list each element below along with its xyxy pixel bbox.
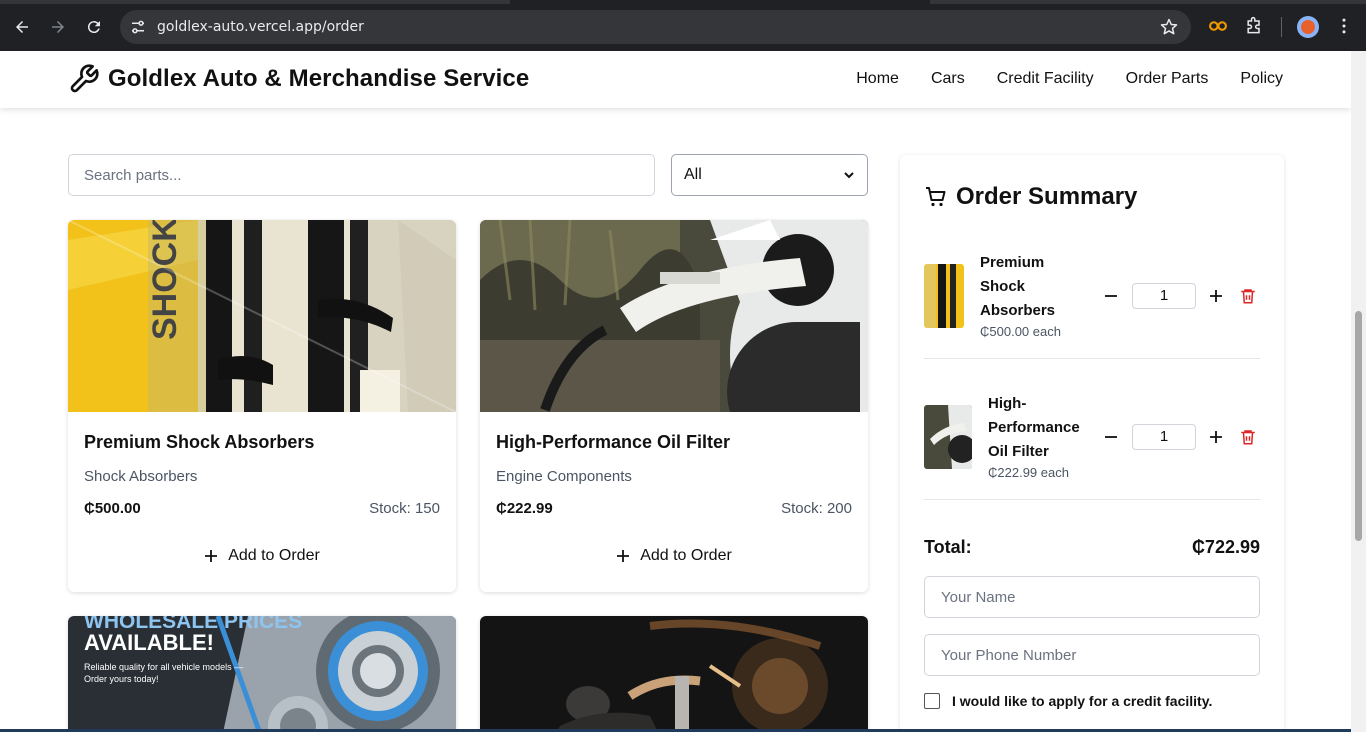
product-image-mechanic — [480, 616, 868, 732]
order-item-name-line: Shock — [980, 278, 1026, 295]
decrease-quantity-button[interactable] — [1102, 428, 1120, 446]
order-summary-header: Order Summary — [924, 183, 1137, 211]
product-image-oil-filter — [480, 220, 868, 412]
credit-facility-checkbox[interactable] — [924, 693, 940, 709]
nav-cars[interactable]: Cars — [931, 70, 965, 88]
product-card: WHOLESALE PRICES AVAILABLE! Reliable qua… — [68, 616, 456, 732]
minus-icon — [1105, 295, 1117, 297]
category-select[interactable]: All — [671, 154, 868, 196]
add-to-order-button[interactable]: Add to Order — [68, 544, 456, 568]
product-name: High-Performance Oil Filter — [496, 432, 731, 452]
credit-facility-option[interactable]: I would like to apply for a credit facil… — [924, 693, 1212, 709]
order-item-name-line: Performance — [988, 419, 1080, 436]
trash-icon[interactable] — [1239, 287, 1257, 305]
bookmark-star-icon[interactable] — [1159, 17, 1179, 37]
product-card: High-Performance Oil Filter Engine Compo… — [480, 220, 868, 592]
total-label: Total: — [924, 537, 972, 557]
active-tab[interactable] — [510, 0, 930, 4]
nav-policy[interactable]: Policy — [1240, 70, 1283, 88]
order-item: High- Performance Oil Filter ₵222.99 eac… — [924, 392, 1260, 500]
product-name: Premium Shock Absorbers — [84, 432, 315, 452]
order-item-name: High- Performance Oil Filter — [988, 392, 1080, 464]
divider — [924, 358, 1260, 359]
wrench-icon — [70, 64, 99, 93]
product-price: ₵222.99 — [496, 500, 553, 517]
svg-text:SHOCK: SHOCK — [146, 220, 184, 340]
toolbar-divider — [1281, 17, 1282, 37]
phone-field[interactable] — [924, 634, 1260, 676]
order-item-unit-price: ₵222.99 each — [988, 465, 1069, 480]
banner-text-1: Reliable quality for all vehicle models … — [84, 662, 244, 672]
product-stock: Stock: 150 — [369, 500, 440, 517]
order-item-unit-price: ₵500.00 each — [980, 324, 1061, 339]
forward-icon[interactable] — [45, 14, 71, 40]
order-item-thumbnail — [924, 264, 964, 328]
add-to-order-button[interactable]: Add to Order — [480, 544, 868, 568]
site-settings-icon[interactable] — [129, 18, 147, 36]
browser-toolbar: goldlex-auto.vercel.app/order — [0, 0, 1366, 51]
total-value: ₵722.99 — [1191, 537, 1260, 557]
extension-glasses-icon[interactable] — [1207, 15, 1229, 37]
nav-home[interactable]: Home — [856, 70, 899, 88]
reload-icon[interactable] — [81, 14, 107, 40]
quantity-input[interactable]: 1 — [1132, 283, 1196, 309]
chevron-down-icon — [844, 172, 854, 179]
cart-icon — [926, 187, 946, 207]
product-image-wholesale-bearings: WHOLESALE PRICES AVAILABLE! Reliable qua… — [68, 616, 456, 732]
more-menu-icon[interactable] — [1333, 15, 1355, 37]
plus-icon — [1210, 290, 1222, 302]
product-category: Engine Components — [496, 468, 632, 485]
nav-order-parts[interactable]: Order Parts — [1126, 70, 1209, 88]
name-field[interactable] — [924, 576, 1260, 618]
product-card: SHOCK Premium Shock Absorbers Shock Abso… — [68, 220, 456, 592]
main-nav: Home Cars Credit Facility Order Parts Po… — [856, 70, 1283, 88]
add-to-order-label: Add to Order — [228, 547, 320, 564]
product-image-shock-absorbers: SHOCK — [68, 220, 456, 412]
order-item-name-line: Premium — [980, 254, 1045, 271]
extensions-puzzle-icon[interactable] — [1243, 15, 1265, 37]
order-summary-panel: Order Summary Premium Shock Absorbers ₵5… — [900, 155, 1284, 732]
plus-icon — [205, 550, 218, 562]
order-item-name-line: Absorbers — [980, 302, 1056, 319]
nav-credit-facility[interactable]: Credit Facility — [997, 70, 1094, 88]
address-bar[interactable]: goldlex-auto.vercel.app/order — [120, 10, 1191, 44]
divider — [924, 499, 1260, 500]
trash-icon[interactable] — [1239, 428, 1257, 446]
profile-avatar[interactable] — [1297, 16, 1319, 38]
increase-quantity-button[interactable] — [1207, 287, 1225, 305]
credit-facility-label: I would like to apply for a credit facil… — [952, 693, 1213, 709]
brand[interactable]: Goldlex Auto & Merchandise Service — [68, 63, 529, 95]
url-text[interactable]: goldlex-auto.vercel.app/order — [157, 19, 364, 35]
back-icon[interactable] — [9, 14, 35, 40]
add-to-order-label: Add to Order — [640, 547, 732, 564]
minus-icon — [1105, 436, 1117, 438]
search-input[interactable] — [68, 154, 655, 196]
order-item-name-line: High- — [988, 395, 1027, 412]
quantity-input[interactable]: 1 — [1132, 424, 1196, 450]
plus-icon — [617, 550, 630, 562]
product-stock: Stock: 200 — [781, 500, 852, 517]
banner-text-2: Order yours today! — [84, 674, 159, 684]
site-header: Goldlex Auto & Merchandise Service Home … — [0, 51, 1351, 108]
banner-subheadline: AVAILABLE! — [84, 630, 214, 655]
decrease-quantity-button[interactable] — [1102, 287, 1120, 305]
category-select-value: All — [684, 166, 702, 183]
page-scrollbar[interactable] — [1351, 51, 1366, 732]
order-item: Premium Shock Absorbers ₵500.00 each 1 — [924, 251, 1260, 359]
order-summary-title: Order Summary — [956, 183, 1138, 210]
product-card — [480, 616, 868, 732]
scrollbar-thumb[interactable] — [1355, 311, 1362, 541]
order-item-thumbnail — [924, 405, 972, 469]
product-price: ₵500.00 — [84, 500, 141, 517]
order-item-name: Premium Shock Absorbers — [980, 251, 1055, 323]
increase-quantity-button[interactable] — [1207, 428, 1225, 446]
brand-title: Goldlex Auto & Merchandise Service — [108, 65, 530, 92]
plus-icon — [1210, 431, 1222, 443]
product-category: Shock Absorbers — [84, 468, 198, 485]
order-item-name-line: Oil Filter — [988, 443, 1049, 460]
